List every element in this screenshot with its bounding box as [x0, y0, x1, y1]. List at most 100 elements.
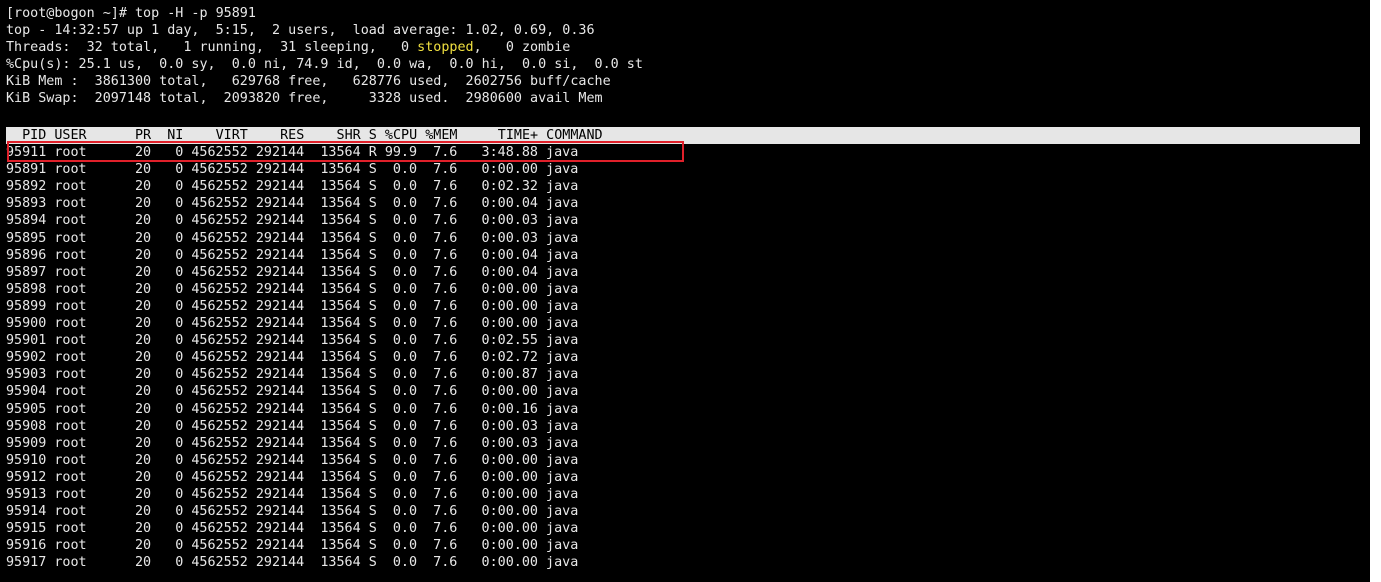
- cell-ni: 0: [175, 333, 184, 349]
- cell-virt: 4562552: [191, 384, 248, 400]
- cell-time: 0:02.55: [481, 333, 538, 349]
- cell-pr: 20: [134, 281, 152, 297]
- cell-shr: 13564: [320, 401, 361, 417]
- cell-user: root: [54, 521, 87, 537]
- cell-shr: 13564: [320, 538, 361, 554]
- cell-user: root: [54, 196, 87, 212]
- cell-virt: 4562552: [191, 333, 248, 349]
- cell-time: 0:00.00: [481, 504, 538, 520]
- cell-time: 0:00.00: [481, 521, 538, 537]
- table-row[interactable]: 95905 root 20 0 4562552 292144 13564 S 0…: [6, 401, 602, 418]
- cell-mem: 7.6: [433, 350, 458, 366]
- terminal-window[interactable]: [root@bogon ~]# top -H -p 95891 top - 14…: [0, 0, 1370, 582]
- cell-virt: 4562552: [191, 162, 248, 178]
- cell-res: 292144: [255, 230, 305, 246]
- cell-cpu: 0.0: [392, 435, 418, 451]
- cell-time: 0:02.32: [481, 179, 538, 195]
- cell-user: root: [54, 452, 87, 468]
- table-row[interactable]: 95915 root 20 0 4562552 292144 13564 S 0…: [6, 520, 602, 537]
- cell-cmd: java: [546, 333, 579, 349]
- cell-res: 292144: [255, 179, 305, 195]
- cell-s: S: [368, 213, 377, 229]
- cell-cpu: 0.0: [392, 264, 418, 280]
- cell-pid: 95902: [6, 350, 47, 366]
- cell-cpu: 0.0: [392, 452, 418, 468]
- cell-pid: 95915: [6, 521, 47, 537]
- table-row[interactable]: 95916 root 20 0 4562552 292144 13564 S 0…: [6, 537, 602, 554]
- cell-s: S: [368, 487, 377, 502]
- cell-user: root: [54, 350, 87, 366]
- table-row[interactable]: 95917 root 20 0 4562552 292144 13564 S 0…: [6, 554, 602, 571]
- table-row[interactable]: 95893 root 20 0 4562552 292144 13564 S 0…: [6, 195, 602, 212]
- cell-user: root: [54, 367, 87, 383]
- table-row[interactable]: 95899 root 20 0 4562552 292144 13564 S 0…: [6, 298, 602, 315]
- cell-cpu: 0.0: [392, 521, 418, 537]
- cell-pr: 20: [134, 487, 152, 502]
- cell-pr: 20: [134, 264, 152, 280]
- cell-pr: 20: [134, 350, 152, 366]
- cell-time: 0:00.04: [481, 247, 538, 263]
- cell-ni: 0: [175, 555, 184, 571]
- cell-time: 0:00.04: [481, 264, 538, 280]
- threads-stopped-label: stopped: [417, 40, 474, 55]
- cell-virt: 4562552: [191, 538, 248, 554]
- table-row[interactable]: 95909 root 20 0 4562552 292144 13564 S 0…: [6, 435, 602, 452]
- cell-ni: 0: [175, 264, 184, 280]
- cell-pid: 95900: [6, 316, 47, 331]
- table-row[interactable]: 95910 root 20 0 4562552 292144 13564 S 0…: [6, 452, 602, 469]
- cell-ni: 0: [175, 504, 184, 520]
- table-row[interactable]: 95912 root 20 0 4562552 292144 13564 S 0…: [6, 469, 602, 486]
- table-row[interactable]: 95895 root 20 0 4562552 292144 13564 S 0…: [6, 230, 602, 247]
- cell-cmd: java: [546, 179, 579, 195]
- cell-res: 292144: [255, 196, 305, 212]
- cell-ni: 0: [175, 401, 184, 417]
- cell-pr: 20: [134, 179, 152, 195]
- cell-s: S: [368, 316, 377, 331]
- table-row[interactable]: 95914 root 20 0 4562552 292144 13564 S 0…: [6, 503, 602, 520]
- table-row[interactable]: 95891 root 20 0 4562552 292144 13564 S 0…: [6, 161, 602, 178]
- cell-res: 292144: [255, 384, 305, 400]
- cell-shr: 13564: [320, 487, 361, 502]
- cell-s: S: [368, 196, 377, 212]
- table-row[interactable]: 95897 root 20 0 4562552 292144 13564 S 0…: [6, 264, 602, 281]
- table-row[interactable]: 95902 root 20 0 4562552 292144 13564 S 0…: [6, 349, 602, 366]
- table-row[interactable]: 95894 root 20 0 4562552 292144 13564 S 0…: [6, 212, 602, 229]
- swap-line: KiB Swap: 2097148 total, 2093820 free, 3…: [6, 91, 603, 106]
- cell-cpu: 0.0: [392, 316, 418, 331]
- cell-pr: 20: [134, 401, 152, 417]
- cell-pid: 95896: [6, 247, 47, 263]
- cell-pid: 95914: [6, 504, 47, 520]
- table-row[interactable]: 95913 root 20 0 4562552 292144 13564 S 0…: [6, 486, 602, 503]
- cell-ni: 0: [175, 350, 184, 366]
- cell-user: root: [54, 487, 87, 502]
- table-row[interactable]: 95904 root 20 0 4562552 292144 13564 S 0…: [6, 383, 602, 400]
- cell-mem: 7.6: [433, 264, 458, 280]
- table-row[interactable]: 95898 root 20 0 4562552 292144 13564 S 0…: [6, 281, 602, 298]
- threads-text: Threads: 32 total, 1 running, 31 sleepin…: [6, 40, 418, 55]
- cell-pr: 20: [134, 367, 152, 383]
- cell-res: 292144: [255, 555, 305, 571]
- cell-ni: 0: [175, 487, 184, 502]
- cell-s: S: [368, 384, 377, 400]
- cell-cpu: 0.0: [392, 247, 418, 263]
- cell-s: S: [368, 350, 377, 366]
- cell-pid: 95898: [6, 281, 47, 297]
- cell-mem: 7.6: [433, 281, 458, 297]
- cell-ni: 0: [175, 384, 184, 400]
- cell-pid: 95901: [6, 333, 47, 349]
- cell-mem: 7.6: [433, 487, 458, 502]
- cell-pr: 20: [134, 230, 152, 246]
- cell-cmd: java: [546, 264, 579, 280]
- cell-pr: 20: [134, 333, 152, 349]
- table-row[interactable]: 95900 root 20 0 4562552 292144 13564 S 0…: [6, 315, 602, 332]
- cell-shr: 13564: [320, 230, 361, 246]
- cell-s: S: [368, 162, 377, 178]
- table-row[interactable]: 95908 root 20 0 4562552 292144 13564 S 0…: [6, 418, 602, 435]
- cell-mem: 7.6: [433, 333, 458, 349]
- table-row[interactable]: 95901 root 20 0 4562552 292144 13564 S 0…: [6, 332, 602, 349]
- cell-shr: 13564: [320, 504, 361, 520]
- table-row[interactable]: 95903 root 20 0 4562552 292144 13564 S 0…: [6, 366, 602, 383]
- table-row[interactable]: 95892 root 20 0 4562552 292144 13564 S 0…: [6, 178, 602, 195]
- table-row[interactable]: 95896 root 20 0 4562552 292144 13564 S 0…: [6, 247, 602, 264]
- cell-cmd: java: [546, 316, 579, 331]
